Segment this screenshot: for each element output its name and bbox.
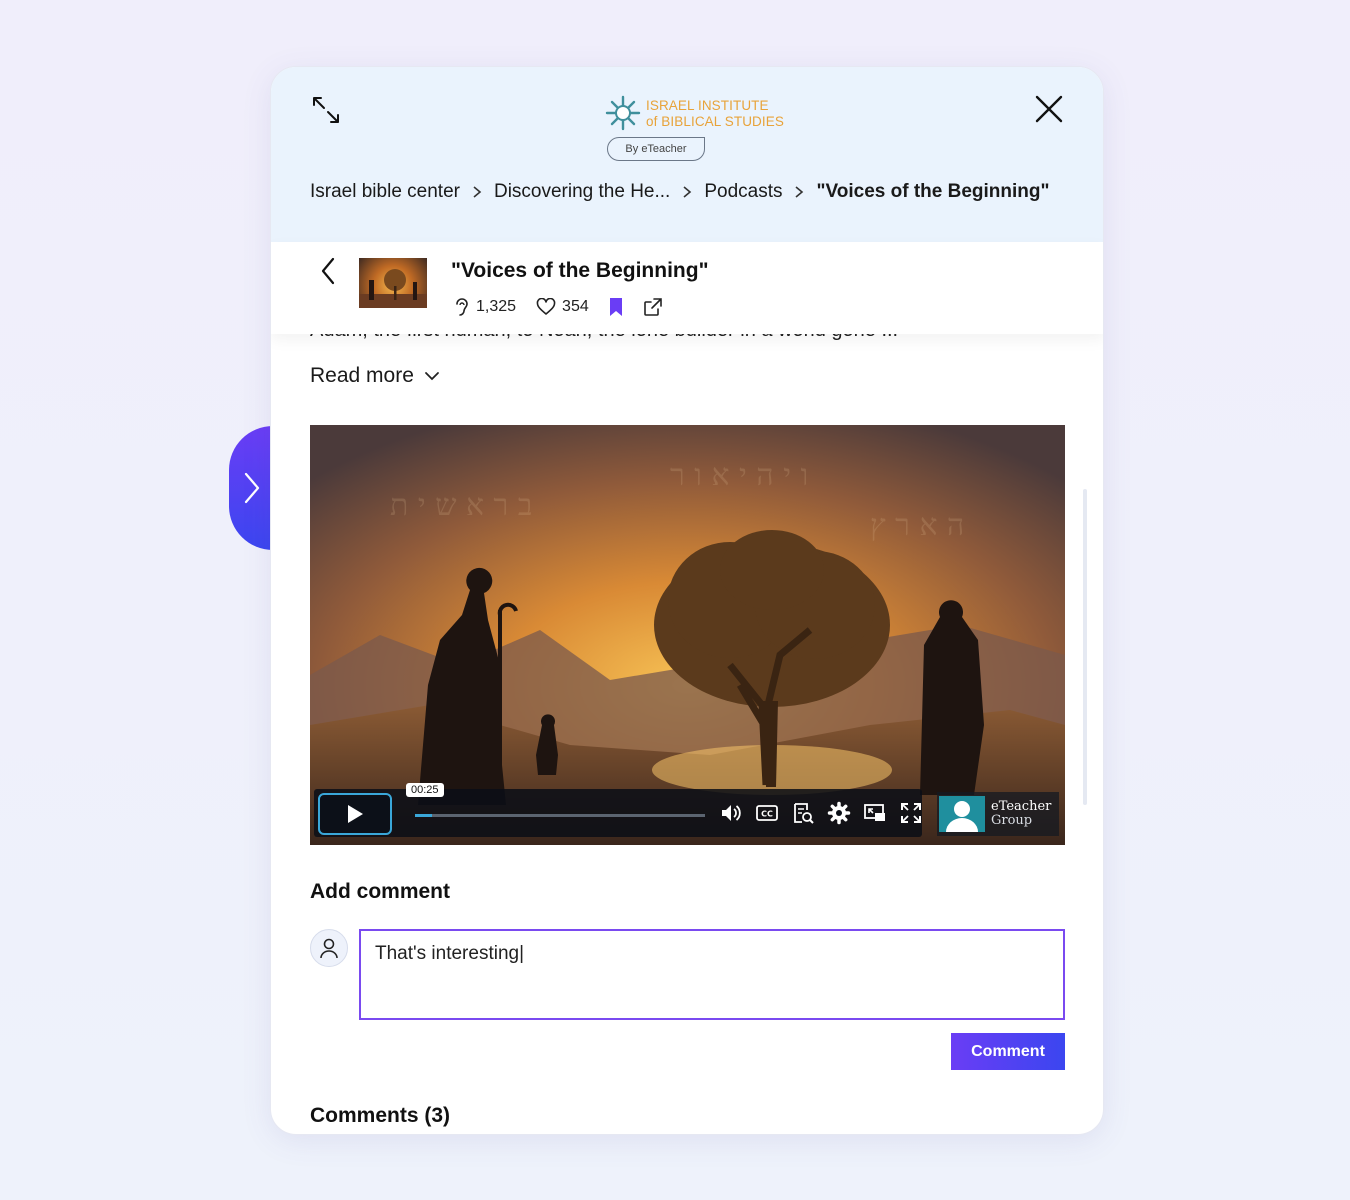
svg-text:ה א ר ץ: ה א ר ץ [870,508,964,543]
logo-text-line2: of BIBLICAL STUDIES [646,114,784,129]
brand-line2: Group [991,813,1033,828]
close-icon [1035,95,1063,123]
listens-stat: 1,325 [454,297,516,317]
logo-emblem-icon [605,95,641,131]
transcript-search-icon[interactable] [791,801,815,825]
breadcrumb-item-podcasts[interactable]: Podcasts [704,181,782,203]
breadcrumb-item-current: "Voices of the Beginning" [816,181,1050,202]
read-more-label: Read more [310,364,414,387]
player-toolbar: CC [719,801,923,825]
like-button[interactable]: 354 [536,298,589,316]
add-comment-heading: Add comment [310,880,451,903]
captions-icon[interactable]: CC [755,801,779,825]
likes-count: 354 [562,298,589,315]
logo-by-badge: By eTeacher [607,137,705,161]
play-button[interactable] [318,793,392,835]
video-frame: ב ר א ש י ת ו י ה י א ו ר ה א ר ץ [310,425,1065,845]
comment-submit-button[interactable]: Comment [951,1033,1065,1070]
user-icon [320,938,338,959]
read-more-button[interactable]: Read more [310,364,440,388]
logo-text-line1: ISRAEL INSTITUTE [646,98,769,113]
brand-line1: eTeacher [991,799,1052,814]
svg-text:ו י ה י א ו ר: ו י ה י א ו ר [670,458,808,493]
chevron-left-icon [321,257,335,285]
video-controls: 00:25 CC [314,783,923,837]
scrollbar[interactable] [1083,489,1087,805]
expand-button[interactable] [309,93,343,127]
bookmark-icon [609,298,622,316]
fullscreen-icon[interactable] [899,801,923,825]
chevron-right-icon [472,185,482,199]
expand-icon [313,97,339,123]
progress-bar[interactable] [415,814,705,817]
breadcrumb-item-bible-center[interactable]: Israel bible center [310,181,460,203]
player-brand-badge: eTeacher Group [937,792,1059,836]
progress-fill [415,814,433,817]
comment-input[interactable]: That's interesting| [359,929,1065,1020]
svg-text:CC: CC [761,810,773,819]
gear-icon[interactable] [827,801,851,825]
user-silhouette-icon [939,796,985,832]
episode-title: "Voices of the Beginning" [451,259,709,282]
episode-header: "Voices of the Beginning" 1,325 354 [271,242,1103,334]
chevron-right-icon [244,472,260,504]
picture-in-picture-icon[interactable] [863,801,887,825]
panel-header: ISRAEL INSTITUTE of BIBLICAL STUDIES By … [271,67,1103,242]
video-player[interactable]: ב ר א ש י ת ו י ה י א ו ר ה א ר ץ 00:25 [310,425,1065,845]
svg-text:ב ר א ש י ת: ב ר א ש י ת [390,488,532,523]
listens-count: 1,325 [476,298,517,315]
chevron-right-icon [682,185,692,199]
back-button[interactable] [313,254,343,288]
close-button[interactable] [1031,91,1067,127]
comments-heading: Comments (3) [310,1104,451,1127]
brand-text: eTeacher Group [991,800,1051,828]
volume-icon[interactable] [719,801,743,825]
time-tooltip: 00:25 [406,783,444,797]
breadcrumb-item-discovering[interactable]: Discovering the He... [494,181,670,203]
share-button[interactable] [643,297,663,317]
chevron-right-icon [794,185,804,199]
avatar [310,929,348,967]
episode-thumbnail [359,258,427,308]
chevron-down-icon [424,372,439,381]
institute-logo[interactable]: ISRAEL INSTITUTE of BIBLICAL STUDIES By … [603,91,784,161]
breadcrumb: Israel bible center Discovering the He..… [310,181,1050,203]
bookmark-button[interactable] [609,297,623,317]
podcast-panel: ISRAEL INSTITUTE of BIBLICAL STUDIES By … [270,66,1104,1135]
ear-icon [456,298,468,316]
heart-icon [536,298,556,315]
episode-stats: 1,325 354 [454,297,675,317]
play-icon [348,805,363,823]
share-icon [643,298,662,316]
